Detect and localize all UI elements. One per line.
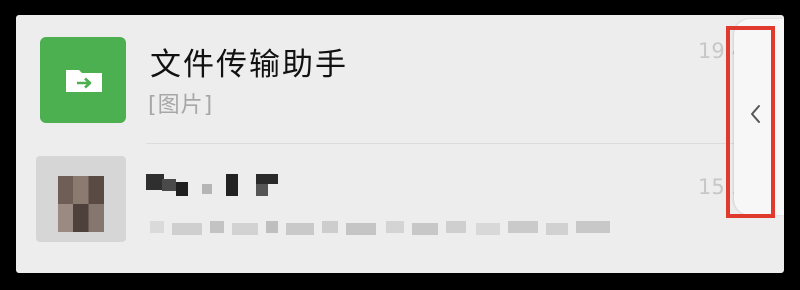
- blurred-chat-name: [146, 170, 286, 196]
- chat-list: 文件传输助手 [图片] 19:45 15:58: [16, 15, 784, 273]
- folder-arrow-icon: [66, 70, 102, 92]
- chat-name: 文件传输助手: [150, 47, 348, 83]
- blurred-chat-preview: [150, 213, 620, 243]
- row-divider: [146, 143, 784, 144]
- chat-list-item-file-transfer[interactable]: 文件传输助手 [图片] 19:45: [16, 15, 784, 143]
- chat-preview: [图片]: [148, 93, 214, 118]
- highlight-annotation: [726, 26, 775, 218]
- chat-list-item-blurred[interactable]: 15:58: [16, 145, 784, 273]
- file-transfer-avatar: [40, 37, 126, 123]
- pixelated-avatar-icon: [36, 156, 126, 242]
